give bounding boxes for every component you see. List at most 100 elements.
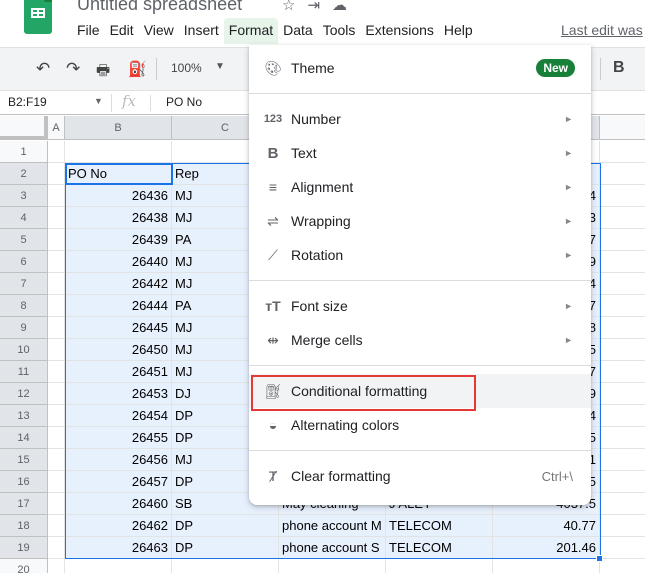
cell-g4[interactable]: [600, 207, 645, 229]
cell-g9[interactable]: [600, 317, 645, 339]
menu-item-theme[interactable]: 🎨︎ Theme New: [249, 51, 591, 85]
cell-b19[interactable]: 26463: [65, 537, 172, 559]
row-header[interactable]: 18: [0, 515, 48, 537]
cell-b9[interactable]: 26445: [65, 317, 172, 339]
row-header[interactable]: 4: [0, 207, 48, 229]
cell-a10[interactable]: [48, 339, 65, 361]
cell-g11[interactable]: [600, 361, 645, 383]
row-header[interactable]: 20: [0, 559, 48, 573]
cell-a19[interactable]: [48, 537, 65, 559]
row-header[interactable]: 9: [0, 317, 48, 339]
cell-f19[interactable]: 201.46: [493, 537, 600, 559]
menu-item-font-size[interactable]: тT Font size ►: [249, 289, 591, 323]
sheets-logo[interactable]: [24, 0, 52, 34]
cell-c20[interactable]: [172, 559, 279, 573]
cell-e20[interactable]: [386, 559, 493, 573]
cell-a9[interactable]: [48, 317, 65, 339]
cell-d19[interactable]: phone account S: [279, 537, 386, 559]
cell-b12[interactable]: 26453: [65, 383, 172, 405]
cell-b6[interactable]: 26440: [65, 251, 172, 273]
row-header[interactable]: 10: [0, 339, 48, 361]
cell-a6[interactable]: [48, 251, 65, 273]
cell-b7[interactable]: 26442: [65, 273, 172, 295]
cell-b10[interactable]: 26450: [65, 339, 172, 361]
column-header-g[interactable]: [600, 116, 645, 140]
cell-g2[interactable]: [600, 163, 645, 185]
cell-b3[interactable]: 26436: [65, 185, 172, 207]
chevron-down-icon[interactable]: ▼: [94, 96, 103, 106]
row-header[interactable]: 14: [0, 427, 48, 449]
menu-item-alternating-colors[interactable]: ◒ Alternating colors: [249, 408, 591, 442]
row-header[interactable]: 2: [0, 163, 48, 185]
menu-format[interactable]: Format: [223, 18, 279, 44]
menu-help[interactable]: Help: [439, 18, 478, 44]
row-header[interactable]: 16: [0, 471, 48, 493]
menu-item-clear-formatting[interactable]: Ⱦ Clear formatting Ctrl+\: [249, 459, 591, 493]
cell-b18[interactable]: 26462: [65, 515, 172, 537]
cell-a17[interactable]: [48, 493, 65, 515]
cell-a18[interactable]: [48, 515, 65, 537]
undo-icon[interactable]: ↶: [36, 59, 50, 79]
menu-tools[interactable]: Tools: [318, 18, 361, 44]
row-header[interactable]: 12: [0, 383, 48, 405]
cell-g20[interactable]: [600, 559, 645, 573]
cell-b5[interactable]: 26439: [65, 229, 172, 251]
column-header-b[interactable]: B: [65, 116, 172, 140]
cell-e19[interactable]: TELECOM: [386, 537, 493, 559]
menu-extensions[interactable]: Extensions: [360, 18, 438, 44]
row-header[interactable]: 13: [0, 405, 48, 427]
menu-view[interactable]: View: [139, 18, 179, 44]
cell-a5[interactable]: [48, 229, 65, 251]
menu-data[interactable]: Data: [278, 18, 318, 44]
print-icon[interactable]: 🖶: [96, 60, 110, 85]
menu-item-wrapping[interactable]: ⇌ Wrapping ►: [249, 204, 591, 238]
cell-b20[interactable]: [65, 559, 172, 573]
menu-insert[interactable]: Insert: [179, 18, 224, 44]
fill-handle[interactable]: [596, 555, 603, 562]
row-header[interactable]: 6: [0, 251, 48, 273]
menu-item-text[interactable]: B Text ►: [249, 136, 591, 170]
cell-g17[interactable]: [600, 493, 645, 515]
cell-g18[interactable]: [600, 515, 645, 537]
cell-b13[interactable]: 26454: [65, 405, 172, 427]
cell-a12[interactable]: [48, 383, 65, 405]
cell-e18[interactable]: TELECOM: [386, 515, 493, 537]
menu-file[interactable]: File: [72, 18, 105, 44]
cell-g6[interactable]: [600, 251, 645, 273]
cell-d18[interactable]: phone account M: [279, 515, 386, 537]
chevron-down-icon[interactable]: ▼: [215, 61, 225, 72]
cell-g10[interactable]: [600, 339, 645, 361]
cell-g7[interactable]: [600, 273, 645, 295]
zoom-select[interactable]: 100%: [171, 61, 202, 75]
paint-format-icon[interactable]: ⛽: [128, 60, 147, 78]
cell-a8[interactable]: [48, 295, 65, 317]
row-header[interactable]: 3: [0, 185, 48, 207]
cell-g15[interactable]: [600, 449, 645, 471]
cell-g5[interactable]: [600, 229, 645, 251]
row-header[interactable]: 5: [0, 229, 48, 251]
formula-input[interactable]: PO No: [166, 95, 202, 109]
row-header[interactable]: 7: [0, 273, 48, 295]
cell-a16[interactable]: [48, 471, 65, 493]
menu-item-rotation[interactable]: ⟋ Rotation ►: [249, 238, 591, 272]
cell-f20[interactable]: [493, 559, 600, 573]
cell-b8[interactable]: 26444: [65, 295, 172, 317]
cell-g16[interactable]: [600, 471, 645, 493]
cell-f18[interactable]: 40.77: [493, 515, 600, 537]
document-title[interactable]: Untitled spreadsheet: [77, 0, 242, 15]
cell-a4[interactable]: [48, 207, 65, 229]
cell-b16[interactable]: 26457: [65, 471, 172, 493]
cell-b11[interactable]: 26451: [65, 361, 172, 383]
column-header-a[interactable]: A: [48, 116, 65, 140]
cell-g8[interactable]: [600, 295, 645, 317]
select-all-corner[interactable]: [0, 116, 48, 140]
cell-b1[interactable]: [65, 141, 172, 163]
cell-g19[interactable]: [600, 537, 645, 559]
name-box[interactable]: B2:F19: [8, 95, 47, 109]
cell-a2[interactable]: [48, 163, 65, 185]
bold-button[interactable]: B: [613, 59, 625, 77]
menu-item-number[interactable]: 123 Number ►: [249, 102, 591, 136]
cell-b2[interactable]: PO No: [65, 163, 172, 185]
menu-item-merge-cells[interactable]: ⇹ Merge cells ►: [249, 323, 591, 357]
cell-b17[interactable]: 26460: [65, 493, 172, 515]
